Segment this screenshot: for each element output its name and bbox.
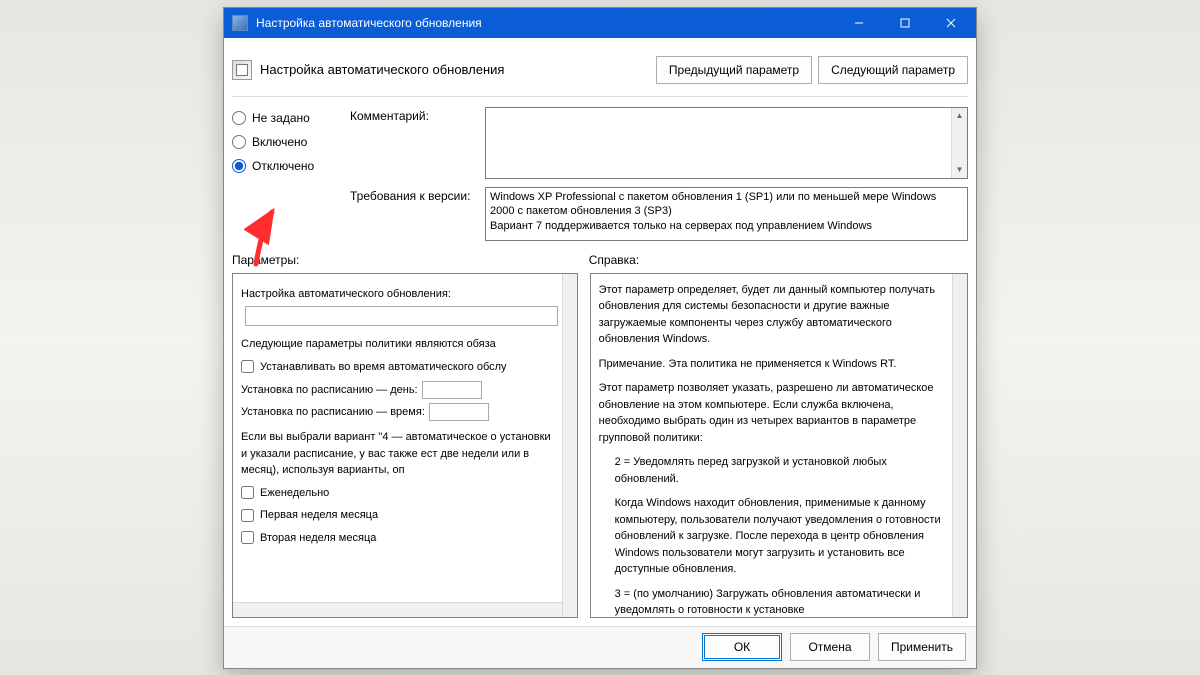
radio-not-configured-label: Не задано bbox=[252, 111, 310, 125]
help-section-label: Справка: bbox=[589, 253, 968, 267]
help-p1: Этот параметр определяет, будет ли данны… bbox=[599, 282, 944, 348]
schedule-day-dropdown[interactable] bbox=[422, 381, 482, 399]
ok-button[interactable]: ОК bbox=[702, 633, 782, 661]
minimize-button[interactable] bbox=[836, 8, 882, 38]
options-panel: Настройка автоматического обновления: Сл… bbox=[232, 273, 578, 618]
chk-weekly[interactable]: Еженедельно bbox=[241, 485, 554, 502]
help-opt2: 2 = Уведомлять перед загрузкой и установ… bbox=[599, 454, 944, 487]
help-opt3: 3 = (по умолчанию) Загружать обновления … bbox=[599, 586, 944, 617]
policy-note: Следующие параметры политики являются об… bbox=[241, 336, 554, 353]
options-hscroll[interactable] bbox=[233, 602, 562, 617]
update-config-dropdown[interactable] bbox=[245, 306, 558, 326]
app-icon bbox=[232, 15, 248, 31]
help-p3: Этот параметр позволяет указать, разреше… bbox=[599, 380, 944, 446]
radio-not-configured[interactable]: Не задано bbox=[232, 111, 342, 125]
scroll-down-icon[interactable]: ▼ bbox=[952, 162, 967, 178]
schedule-time-row: Установка по расписанию — время: bbox=[241, 403, 554, 421]
dialog-footer: ОК Отмена Применить bbox=[224, 626, 976, 668]
close-button[interactable] bbox=[928, 8, 974, 38]
options-title: Настройка автоматического обновления: bbox=[241, 286, 554, 303]
radio-disabled-label: Отключено bbox=[252, 159, 314, 173]
help-p2: Примечание. Эта политика не применяется … bbox=[599, 356, 944, 373]
help-vscroll[interactable] bbox=[952, 274, 967, 617]
window-title: Настройка автоматического обновления bbox=[256, 16, 836, 30]
next-setting-button[interactable]: Следующий параметр bbox=[818, 56, 968, 84]
chk-auto-maintenance[interactable]: Устанавливать во время автоматического о… bbox=[241, 359, 554, 376]
cancel-button[interactable]: Отмена bbox=[790, 633, 870, 661]
options-section-label: Параметры: bbox=[232, 253, 577, 267]
titlebar[interactable]: Настройка автоматического обновления bbox=[224, 8, 976, 38]
variant4-note: Если вы выбрали вариант "4 — автоматичес… bbox=[241, 429, 554, 479]
policy-title: Настройка автоматического обновления bbox=[260, 62, 504, 77]
schedule-time-dropdown[interactable] bbox=[429, 403, 489, 421]
schedule-day-row: Установка по расписанию — день: bbox=[241, 381, 554, 399]
options-vscroll[interactable] bbox=[562, 274, 577, 617]
radio-enabled-label: Включено bbox=[252, 135, 307, 149]
chk-first-week[interactable]: Первая неделя месяца bbox=[241, 507, 554, 524]
prev-setting-button[interactable]: Предыдущий параметр bbox=[656, 56, 812, 84]
requirements-text: Windows XP Professional с пакетом обновл… bbox=[485, 187, 968, 241]
comment-textbox[interactable]: ▲ ▼ bbox=[485, 107, 968, 179]
help-opt2-detail: Когда Windows находит обновления, примен… bbox=[599, 495, 944, 578]
comment-scrollbar[interactable]: ▲ ▼ bbox=[951, 108, 967, 178]
requirements-label: Требования к версии: bbox=[350, 187, 485, 203]
policy-editor-window: Настройка автоматического обновления Нас… bbox=[223, 7, 977, 669]
divider bbox=[232, 96, 968, 97]
help-panel: Этот параметр определяет, будет ли данны… bbox=[590, 273, 968, 618]
comment-label: Комментарий: bbox=[350, 107, 485, 123]
scroll-up-icon[interactable]: ▲ bbox=[952, 108, 967, 124]
maximize-button[interactable] bbox=[882, 8, 928, 38]
radio-disabled[interactable]: Отключено bbox=[232, 159, 342, 173]
chk-second-week[interactable]: Вторая неделя месяца bbox=[241, 530, 554, 547]
policy-icon bbox=[232, 60, 252, 80]
apply-button[interactable]: Применить bbox=[878, 633, 966, 661]
radio-enabled[interactable]: Включено bbox=[232, 135, 342, 149]
